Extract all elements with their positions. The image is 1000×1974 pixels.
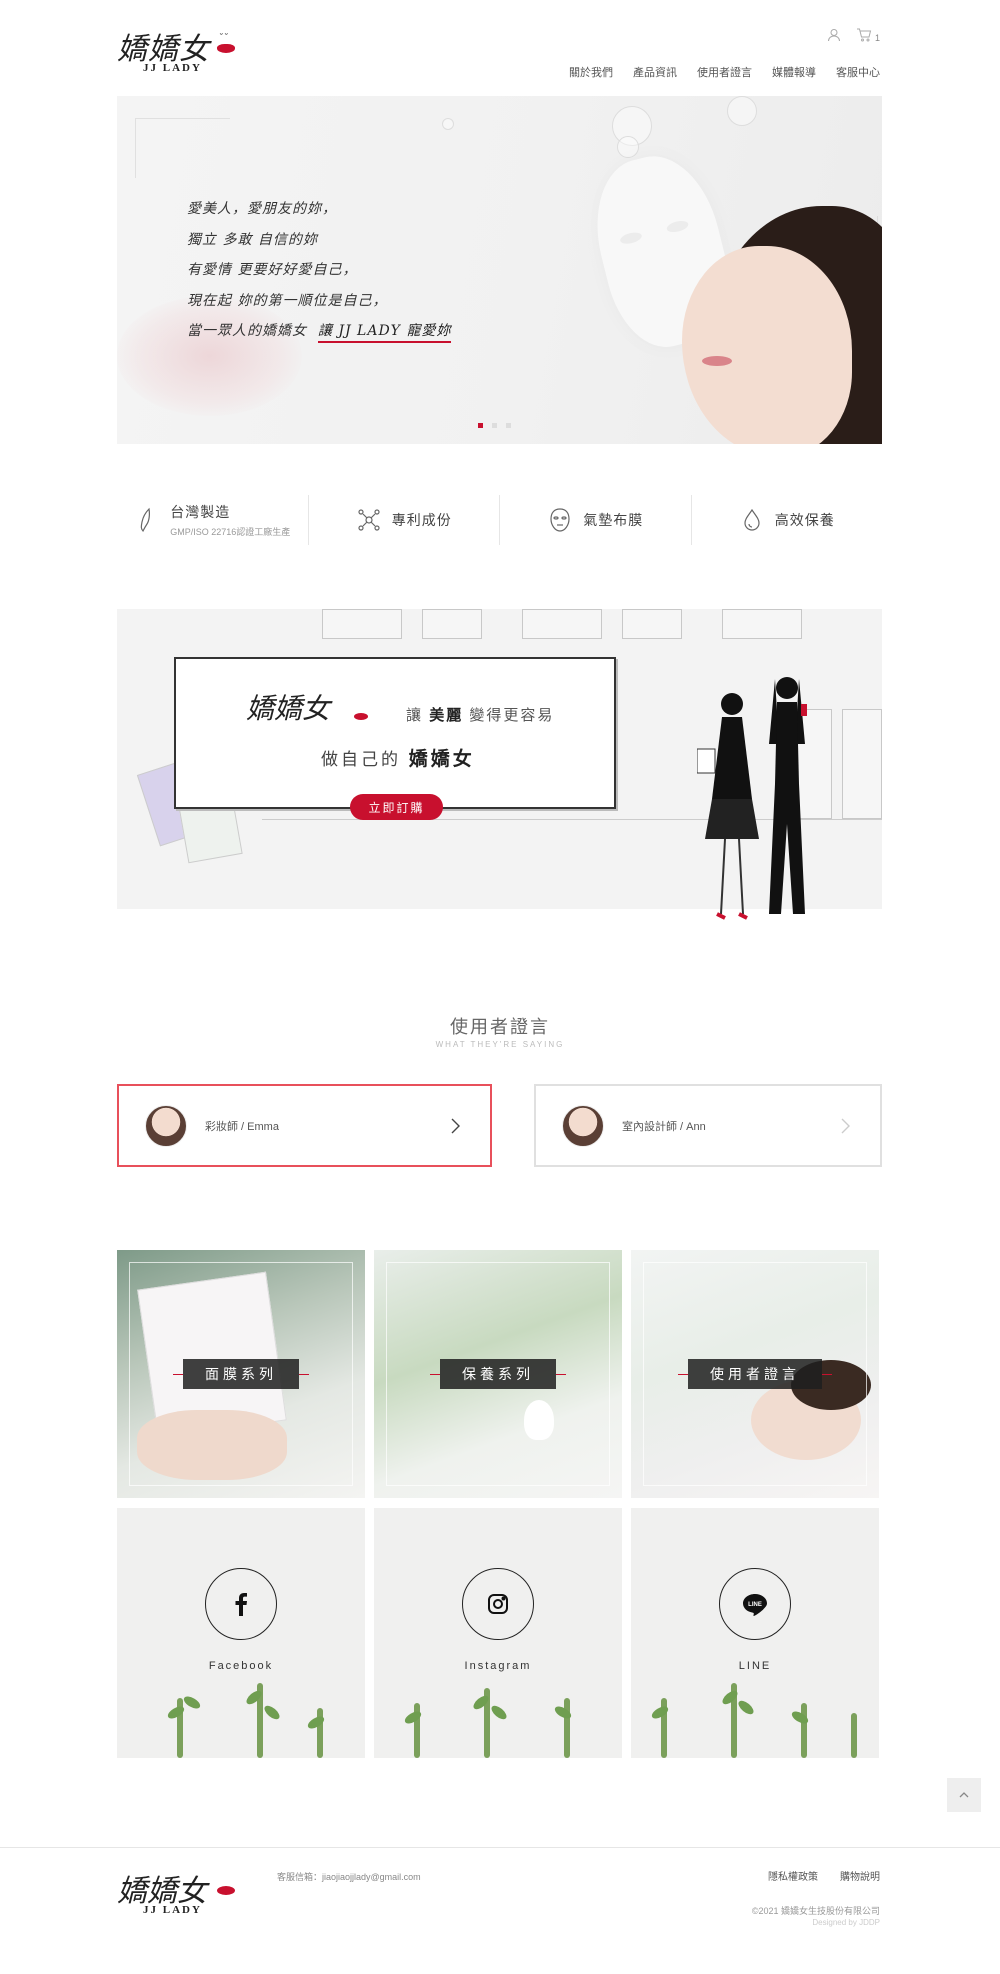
nav-service[interactable]: 客服中心 <box>836 64 880 80</box>
banner-lips-icon <box>354 713 368 720</box>
logo-sub: JJ LADY <box>143 62 202 74</box>
chevron-up-icon <box>959 1792 969 1798</box>
woman-illustration <box>769 677 807 914</box>
slider-dot[interactable] <box>478 423 483 428</box>
category-label: 保養系列 <box>430 1359 566 1389</box>
banner-tagline: 做自己的 嬌嬌女 <box>321 744 475 771</box>
feature-item: 台灣製造 GMP/ISO 22716認證工廠生產 <box>117 495 309 545</box>
social-tile-facebook[interactable]: Facebook <box>117 1508 365 1758</box>
cart-icon[interactable] <box>855 26 873 44</box>
nav-products[interactable]: 產品資訊 <box>633 64 677 80</box>
hero-bubble <box>617 136 639 158</box>
hero-line: 獨立 多敢 自信的妳 <box>187 231 318 248</box>
hero-frame-line <box>135 118 136 178</box>
footer-email[interactable]: 客服信箱：jiaojiaojjlady@gmail.com <box>277 1870 421 1883</box>
order-now-button[interactable]: 立即訂購 <box>350 794 443 820</box>
testimonial-name: 彩妝師 / Emma <box>205 1120 279 1133</box>
hero-line-prefix: 當一眾人的嬌嬌女 <box>187 323 307 339</box>
testimonial-name: 室內設計師 / Ann <box>622 1120 706 1133</box>
nav-media[interactable]: 媒體報導 <box>772 64 816 80</box>
header-icons: 1 <box>825 26 880 44</box>
banner-logo: 嬌嬌女 <box>246 692 331 725</box>
hero-line: 現在起 妳的第一順位是自己， <box>187 292 388 309</box>
avatar <box>145 1104 187 1147</box>
hero-text: 愛美人，愛朋友的妳， 獨立 多敢 自信的妳 有愛情 更要好好愛自己， 現在起 妳… <box>187 194 452 347</box>
svg-text:LINE: LINE <box>748 1602 762 1608</box>
feature-bar: 台灣製造 GMP/ISO 22716認證工廠生產 專利成份 氣墊布膜 高效保養 <box>117 495 882 545</box>
hero-line-emphasis: 讓 JJ LADY 寵愛妳 <box>317 323 452 343</box>
footer-copyright: ©2021 嬌嬌女生技股份有限公司 <box>751 1906 880 1916</box>
face-mask-icon <box>550 508 570 532</box>
feature-subtitle: GMP/ISO 22716認證工廠生產 <box>170 527 291 537</box>
banner-card: 嬌嬌女 讓 美麗 變得更容易 做自己的 嬌嬌女 <box>174 657 616 809</box>
footer-divider <box>0 1847 1000 1848</box>
slider-dot[interactable] <box>506 423 511 428</box>
feature-title: 高效保養 <box>774 512 835 528</box>
footer-designed-by: Designed by JDDP <box>812 1918 880 1927</box>
logo-lips-icon <box>217 44 235 53</box>
user-icon[interactable] <box>825 26 843 44</box>
facebook-icon[interactable] <box>205 1568 277 1640</box>
feature-title: 氣墊布膜 <box>583 512 644 528</box>
hero-bubble <box>727 96 757 126</box>
molecule-icon <box>358 509 380 531</box>
hero-model-image <box>672 206 882 444</box>
social-tile-line[interactable]: LINE LINE <box>631 1508 879 1758</box>
hero-line: 愛美人，愛朋友的妳， <box>187 201 337 217</box>
category-tile-masks[interactable]: 面膜系列 <box>117 1250 365 1498</box>
instagram-icon[interactable] <box>462 1568 534 1640</box>
shopping-guide-link[interactable]: 購物說明 <box>840 1868 880 1883</box>
category-tile-skincare[interactable]: 保養系列 <box>374 1250 622 1498</box>
logo-eyes: ˘˘ <box>220 32 230 42</box>
taiwan-map-icon <box>140 507 151 533</box>
logo-sub: JJ LADY <box>143 1904 202 1916</box>
logo-lips-icon <box>217 1886 235 1895</box>
feature-item: 專利成份 <box>309 495 500 545</box>
footer-links: 隱私權政策 購物說明 <box>768 1868 880 1883</box>
category-label: 面膜系列 <box>173 1359 309 1389</box>
banner-text: 讓 <box>406 707 424 724</box>
chevron-right-icon[interactable] <box>446 1117 464 1135</box>
cart-count: 1 <box>874 33 880 43</box>
feature-title: 專利成份 <box>391 512 452 528</box>
hero-frame-line <box>135 118 230 119</box>
promo-banner: 嬌嬌女 讓 美麗 變得更容易 做自己的 嬌嬌女 立即訂購 <box>117 609 882 920</box>
hero-slider[interactable]: 愛美人，愛朋友的妳， 獨立 多敢 自信的妳 有愛情 更要好好愛自己， 現在起 妳… <box>117 96 882 444</box>
nav-testimonials[interactable]: 使用者證言 <box>697 64 752 80</box>
banner-text-bold: 嬌嬌女 <box>408 749 475 770</box>
social-label: Facebook <box>208 1660 274 1672</box>
social-tile-instagram[interactable]: Instagram <box>374 1508 622 1758</box>
privacy-policy-link[interactable]: 隱私權政策 <box>768 1868 818 1883</box>
chevron-right-icon[interactable] <box>836 1117 854 1135</box>
feature-item: 高效保養 <box>692 495 883 545</box>
droplet-icon <box>744 508 760 531</box>
hero-line: 有愛情 更要好好愛自己， <box>187 262 358 278</box>
category-label: 使用者證言 <box>678 1359 832 1389</box>
feature-item: 氣墊布膜 <box>500 495 692 545</box>
banner-text-bold: 美麗 <box>429 707 464 724</box>
social-label: Instagram <box>464 1660 532 1672</box>
brand-logo[interactable]: 嬌嬌女 ˘˘ JJ LADY <box>117 24 247 74</box>
line-icon[interactable]: LINE <box>719 1568 791 1640</box>
banner-headline: 讓 美麗 變得更容易 <box>406 704 554 725</box>
footer-logo[interactable]: 嬌嬌女 JJ LADY <box>117 1866 247 1916</box>
slider-dots <box>478 423 511 428</box>
hero-line-last: 當一眾人的嬌嬌女 讓 JJ LADY 寵愛妳 <box>187 316 452 347</box>
main-nav: 關於我們 產品資訊 使用者證言 媒體報導 客服中心 <box>569 64 880 80</box>
testimonial-card[interactable]: 彩妝師 / Emma <box>117 1084 492 1167</box>
hero-bubble <box>442 118 454 130</box>
back-to-top-button[interactable] <box>947 1778 981 1812</box>
nav-about[interactable]: 關於我們 <box>569 64 613 80</box>
feature-title: 台灣製造 <box>170 504 231 520</box>
testimonial-card[interactable]: 室內設計師 / Ann <box>534 1084 882 1167</box>
category-tile-testimonials[interactable]: 使用者證言 <box>631 1250 879 1498</box>
slider-dot[interactable] <box>492 423 497 428</box>
avatar <box>562 1104 604 1147</box>
testimonials-title: 使用者證言 <box>450 1017 550 1037</box>
banner-text: 做自己的 <box>321 750 401 769</box>
banner-text: 變得更容易 <box>469 707 555 724</box>
social-label: LINE <box>738 1660 772 1672</box>
testimonials-subtitle: WHAT THEY'RE SAYING <box>435 1040 565 1049</box>
